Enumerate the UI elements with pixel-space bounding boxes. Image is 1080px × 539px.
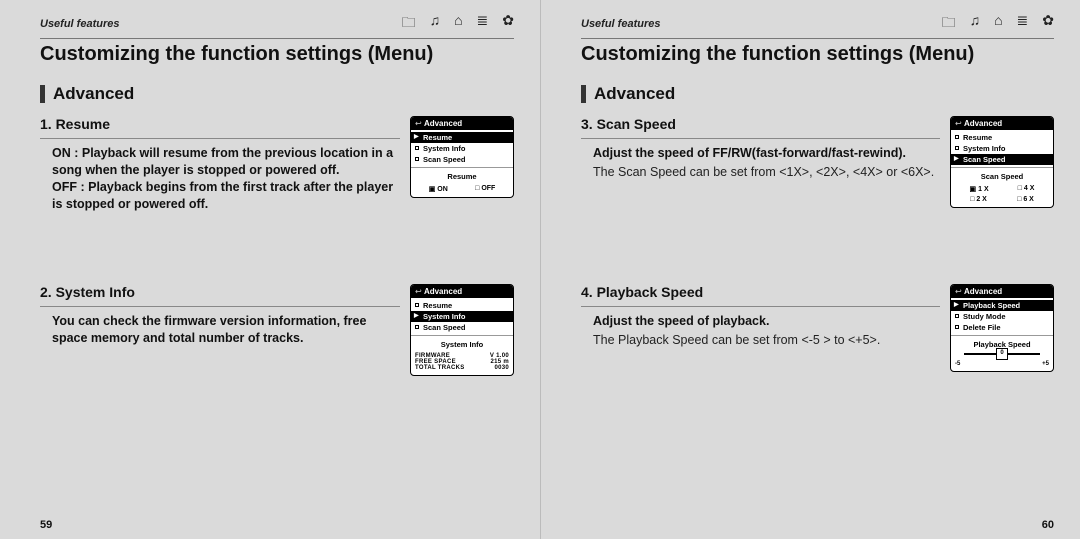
home-icon: ⌂ [454, 12, 462, 36]
off-text: Playback begins from the first track aft… [52, 180, 393, 211]
on-text: Playback will resume from the previous l… [52, 146, 393, 177]
menu-item[interactable]: Scan Speed [951, 154, 1053, 165]
home-icon: ⌂ [994, 12, 1002, 36]
menu-item[interactable]: Scan Speed [411, 154, 513, 165]
menu-item[interactable]: Delete File [951, 322, 1053, 333]
slider-max: +5 [1042, 361, 1049, 367]
section-kicker: Useful features [581, 18, 660, 30]
top-rule: Useful features 🗀 ♫ ⌂ ≣ ✿ [581, 12, 1054, 39]
gear-icon: ✿ [502, 12, 514, 36]
setting-block-playbackspeed: 4. Playback Speed Adjust the speed of pl… [581, 284, 1054, 404]
folder-icon: 🗀 [402, 12, 416, 36]
screen-title: Advanced [951, 117, 1053, 130]
list-icon: ≣ [1017, 12, 1029, 36]
grid-opt[interactable]: 6 X [1017, 196, 1034, 203]
kv-val: 0030 [494, 365, 509, 371]
page-title: Customizing the function settings (Menu) [581, 43, 1054, 66]
setting-block-scanspeed: 3. Scan Speed Adjust the speed of FF/RW(… [581, 116, 1054, 236]
off-label: OFF : [52, 180, 85, 194]
toggle-off[interactable]: OFF [475, 185, 495, 193]
top-icon-row: 🗀 ♫ ⌂ ≣ ✿ [942, 12, 1054, 36]
menu-item[interactable]: System Info [951, 143, 1053, 154]
grid-opt[interactable]: 2 X [970, 196, 987, 203]
menu-item[interactable]: Resume [411, 300, 513, 311]
device-screen-systeminfo: Advanced Resume System Info Scan Speed S… [410, 284, 514, 376]
menu-item[interactable]: Resume [411, 132, 513, 143]
top-rule: Useful features 🗀 ♫ ⌂ ≣ ✿ [40, 12, 514, 39]
menu-item[interactable]: Scan Speed [411, 322, 513, 333]
setting-block-systeminfo: 2. System Info You can check the firmwar… [40, 284, 514, 404]
page-number: 59 [40, 519, 52, 531]
left-page: Useful features 🗀 ♫ ⌂ ≣ ✿ Customizing th… [0, 0, 540, 539]
device-screen-scanspeed: Advanced Resume System Info Scan Speed S… [950, 116, 1054, 208]
setting-title: 3. Scan Speed [581, 116, 940, 139]
music-icon: ♫ [430, 12, 441, 36]
page-title: Customizing the function settings (Menu) [40, 43, 514, 66]
setting-title: 4. Playback Speed [581, 284, 940, 307]
setting-block-resume: 1. Resume ON : Playback will resume from… [40, 116, 514, 236]
setting-desc-bold: Adjust the speed of FF/RW(fast-forward/f… [581, 145, 940, 162]
slider-thumb[interactable]: 0 [996, 348, 1008, 360]
screen-title: Advanced [411, 117, 513, 130]
setting-desc-bold: Adjust the speed of playback. [581, 313, 940, 330]
menu-item[interactable]: Study Mode [951, 311, 1053, 322]
panel-title: Resume [415, 172, 509, 181]
music-icon: ♫ [970, 12, 981, 36]
gear-icon: ✿ [1042, 12, 1054, 36]
setting-desc: You can check the firmware version infor… [40, 313, 400, 347]
setting-desc: The Scan Speed can be set from <1X>, <2X… [581, 164, 940, 181]
grid-opt[interactable]: 4 X [1018, 185, 1035, 193]
speed-slider[interactable]: 0 [964, 353, 1039, 355]
menu-item[interactable]: System Info [411, 311, 513, 322]
menu-item[interactable]: Playback Speed [951, 300, 1053, 311]
setting-title: 2. System Info [40, 284, 400, 307]
slider-min: -5 [955, 361, 960, 367]
menu-item[interactable]: System Info [411, 143, 513, 154]
setting-title: 1. Resume [40, 116, 400, 139]
screen-title: Advanced [411, 285, 513, 298]
panel-title: Scan Speed [955, 172, 1049, 181]
kv-key: TOTAL TRACKS [415, 365, 465, 371]
list-icon: ≣ [477, 12, 489, 36]
toggle-on[interactable]: ON [429, 185, 448, 193]
section-heading: Advanced [581, 84, 1054, 104]
page-number: 60 [1042, 519, 1054, 531]
setting-desc: The Playback Speed can be set from <-5 >… [581, 332, 940, 349]
on-label: ON : [52, 146, 78, 160]
top-icon-row: 🗀 ♫ ⌂ ≣ ✿ [402, 12, 514, 36]
section-heading: Advanced [40, 84, 514, 104]
right-page: Useful features 🗀 ♫ ⌂ ≣ ✿ Customizing th… [540, 0, 1080, 539]
panel-title: System Info [415, 340, 509, 349]
device-screen-playbackspeed: Advanced Playback Speed Study Mode Delet… [950, 284, 1054, 372]
menu-item[interactable]: Resume [951, 132, 1053, 143]
grid-opt[interactable]: 1 X [970, 185, 989, 193]
page-spread: Useful features 🗀 ♫ ⌂ ≣ ✿ Customizing th… [0, 0, 1080, 539]
screen-title: Advanced [951, 285, 1053, 298]
section-kicker: Useful features [40, 18, 119, 30]
folder-icon: 🗀 [942, 12, 956, 36]
device-screen-resume: Advanced Resume System Info Scan Speed R… [410, 116, 514, 198]
